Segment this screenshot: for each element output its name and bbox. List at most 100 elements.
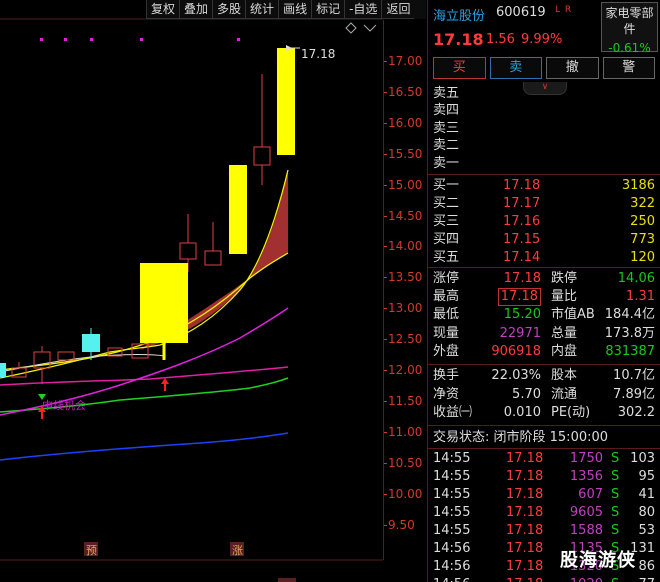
watermark: 股海游侠 xyxy=(560,550,636,571)
bid-volume: 250 xyxy=(630,214,655,229)
stat-label: 外盘 xyxy=(433,343,460,359)
price-tick-label: 9.50 xyxy=(388,517,415,532)
sector-box[interactable]: 家电零部件 -0.61% xyxy=(601,2,658,55)
divider xyxy=(428,174,660,175)
price-tick-mark xyxy=(384,308,387,310)
alert-button[interactable]: 警 xyxy=(602,57,655,79)
bid-row[interactable]: 买二 17.17 322 xyxy=(428,195,660,213)
tick-volume: 1750 xyxy=(569,451,603,466)
toolbar-button-mark[interactable]: 标记 xyxy=(311,0,345,19)
toolbar-button-overlay[interactable]: 叠加 xyxy=(179,0,213,19)
stat-label: 最高 xyxy=(433,289,460,305)
stat-label: 内盘 xyxy=(551,343,578,359)
toolbar-button-back[interactable]: 返回 xyxy=(381,0,415,19)
ask-row[interactable]: 卖三 xyxy=(428,120,660,138)
bid-row[interactable]: 买三 17.16 250 xyxy=(428,213,660,231)
tick-price: 17.18 xyxy=(506,487,544,502)
price-tick-label: 15.00 xyxy=(388,177,423,192)
tick-count: 41 xyxy=(638,487,655,502)
tick-volume: 1588 xyxy=(569,523,603,538)
stat-label: 收益㈠ xyxy=(433,405,473,420)
stock-flags: L R xyxy=(555,5,573,15)
stat-value: 7.89亿 xyxy=(613,386,655,402)
ask-row[interactable]: 卖四 xyxy=(428,102,660,120)
price-tick-mark xyxy=(384,431,387,433)
price-tick-label: 15.50 xyxy=(388,146,423,161)
tick-count: 103 xyxy=(630,451,655,466)
price-tick-label: 10.00 xyxy=(388,486,423,501)
stat-row: 收益㈠ 0.010 PE(动) 302.2 xyxy=(428,404,660,422)
ask-row[interactable]: 卖五 xyxy=(428,85,660,103)
price-tick-label: 16.50 xyxy=(388,84,423,99)
ask-label: 卖三 xyxy=(433,120,460,136)
price-tick-label: 16.00 xyxy=(388,115,423,130)
toolbar-button-draw[interactable]: 画线 xyxy=(278,0,312,19)
bid-row[interactable]: 买四 17.15 773 xyxy=(428,231,660,249)
sell-button[interactable]: 卖 xyxy=(489,57,542,79)
stat-label: 总量 xyxy=(551,325,578,341)
stat-row: 现量 22971 总量 173.8万 xyxy=(428,325,660,343)
tick-time: 14:55 xyxy=(433,487,471,502)
kline-chart[interactable]: 17.18 中线机会 预 涨 xyxy=(0,0,383,582)
stock-header: 海立股份 600619 L R 17.18 1.56 9.99% 家电零部件 -… xyxy=(428,0,660,56)
bid-volume: 773 xyxy=(630,232,655,247)
price-tick-mark xyxy=(384,277,387,279)
price-tick-mark xyxy=(384,215,387,217)
tick-count: 86 xyxy=(638,559,655,574)
tick-time: 14:55 xyxy=(433,451,471,466)
price-tick-mark xyxy=(384,91,387,93)
stat-value: 22.03% xyxy=(491,368,541,383)
stock-name[interactable]: 海立股份 xyxy=(433,5,485,24)
price-tick-mark xyxy=(384,400,387,402)
stat-value: 22971 xyxy=(499,325,541,341)
bid-price: 17.15 xyxy=(503,232,541,247)
bid-label: 买二 xyxy=(433,196,460,211)
toolbar-button-remove-watch[interactable]: -自选 xyxy=(344,0,382,19)
price-tick-label: 12.50 xyxy=(388,332,423,347)
tick-row: 14:55 17.18 607 S 41 xyxy=(428,486,660,504)
bid-row[interactable]: 买一 17.18 3186 xyxy=(428,177,660,195)
stat-label: 净资 xyxy=(433,386,460,402)
stat-value: 831387 xyxy=(605,343,655,359)
stat-label: 股本 xyxy=(551,368,578,383)
price-tick-mark xyxy=(384,122,387,124)
bid-volume: 322 xyxy=(630,196,655,211)
toolbar-button-stats[interactable]: 统计 xyxy=(245,0,279,19)
quote-panel: 海立股份 600619 L R 17.18 1.56 9.99% 家电零部件 -… xyxy=(427,0,660,582)
price-tick-mark xyxy=(384,153,387,155)
price-tick-mark xyxy=(384,184,387,186)
bid-price: 17.18 xyxy=(503,178,541,193)
toolbar-button-fuquan[interactable]: 复权 xyxy=(146,0,180,19)
tick-side: S xyxy=(611,487,620,502)
stat-value: 17.18 xyxy=(497,288,541,307)
stat-value: 184.4亿 xyxy=(604,307,655,323)
price-tick-label: 14.50 xyxy=(388,208,423,223)
bid-price: 17.16 xyxy=(503,214,541,229)
tick-price: 17.18 xyxy=(506,505,544,520)
zhang-marker: 涨 xyxy=(232,544,243,557)
kline-chart-svg[interactable]: 17.18 中线机会 预 涨 xyxy=(0,0,383,582)
price-tick-label: 13.00 xyxy=(388,301,423,316)
ask-row[interactable]: 卖二 xyxy=(428,137,660,155)
cancel-order-button[interactable]: 撤 xyxy=(546,57,599,79)
stat-label: PE(动) xyxy=(551,405,591,420)
chart-toolbar: 复权 叠加 多股 统计 画线 标记 -自选 返回 xyxy=(146,0,426,19)
diamond-icon[interactable] xyxy=(345,22,357,34)
stat-label: 流通 xyxy=(551,386,578,402)
tick-price: 17.18 xyxy=(506,523,544,538)
tick-volume: 9605 xyxy=(569,505,603,520)
tick-price: 17.18 xyxy=(506,559,544,574)
stat-label: 现量 xyxy=(433,325,460,341)
bid-row[interactable]: 买五 17.14 120 xyxy=(428,249,660,267)
high-price-label: 17.18 xyxy=(301,47,335,61)
chevron-down-icon[interactable] xyxy=(363,24,377,32)
bid-price: 17.14 xyxy=(503,250,541,265)
tick-price: 17.18 xyxy=(506,541,544,556)
stat-value: 14.06 xyxy=(617,271,655,286)
ask-row[interactable]: 卖一 xyxy=(428,155,660,173)
tick-time: 14:55 xyxy=(433,523,471,538)
toolbar-button-multi-stock[interactable]: 多股 xyxy=(212,0,246,19)
stock-code: 600619 xyxy=(496,5,546,20)
buy-button[interactable]: 买 xyxy=(433,57,486,79)
tick-row: 14:56 17.18 1020 S 77 xyxy=(428,576,660,582)
